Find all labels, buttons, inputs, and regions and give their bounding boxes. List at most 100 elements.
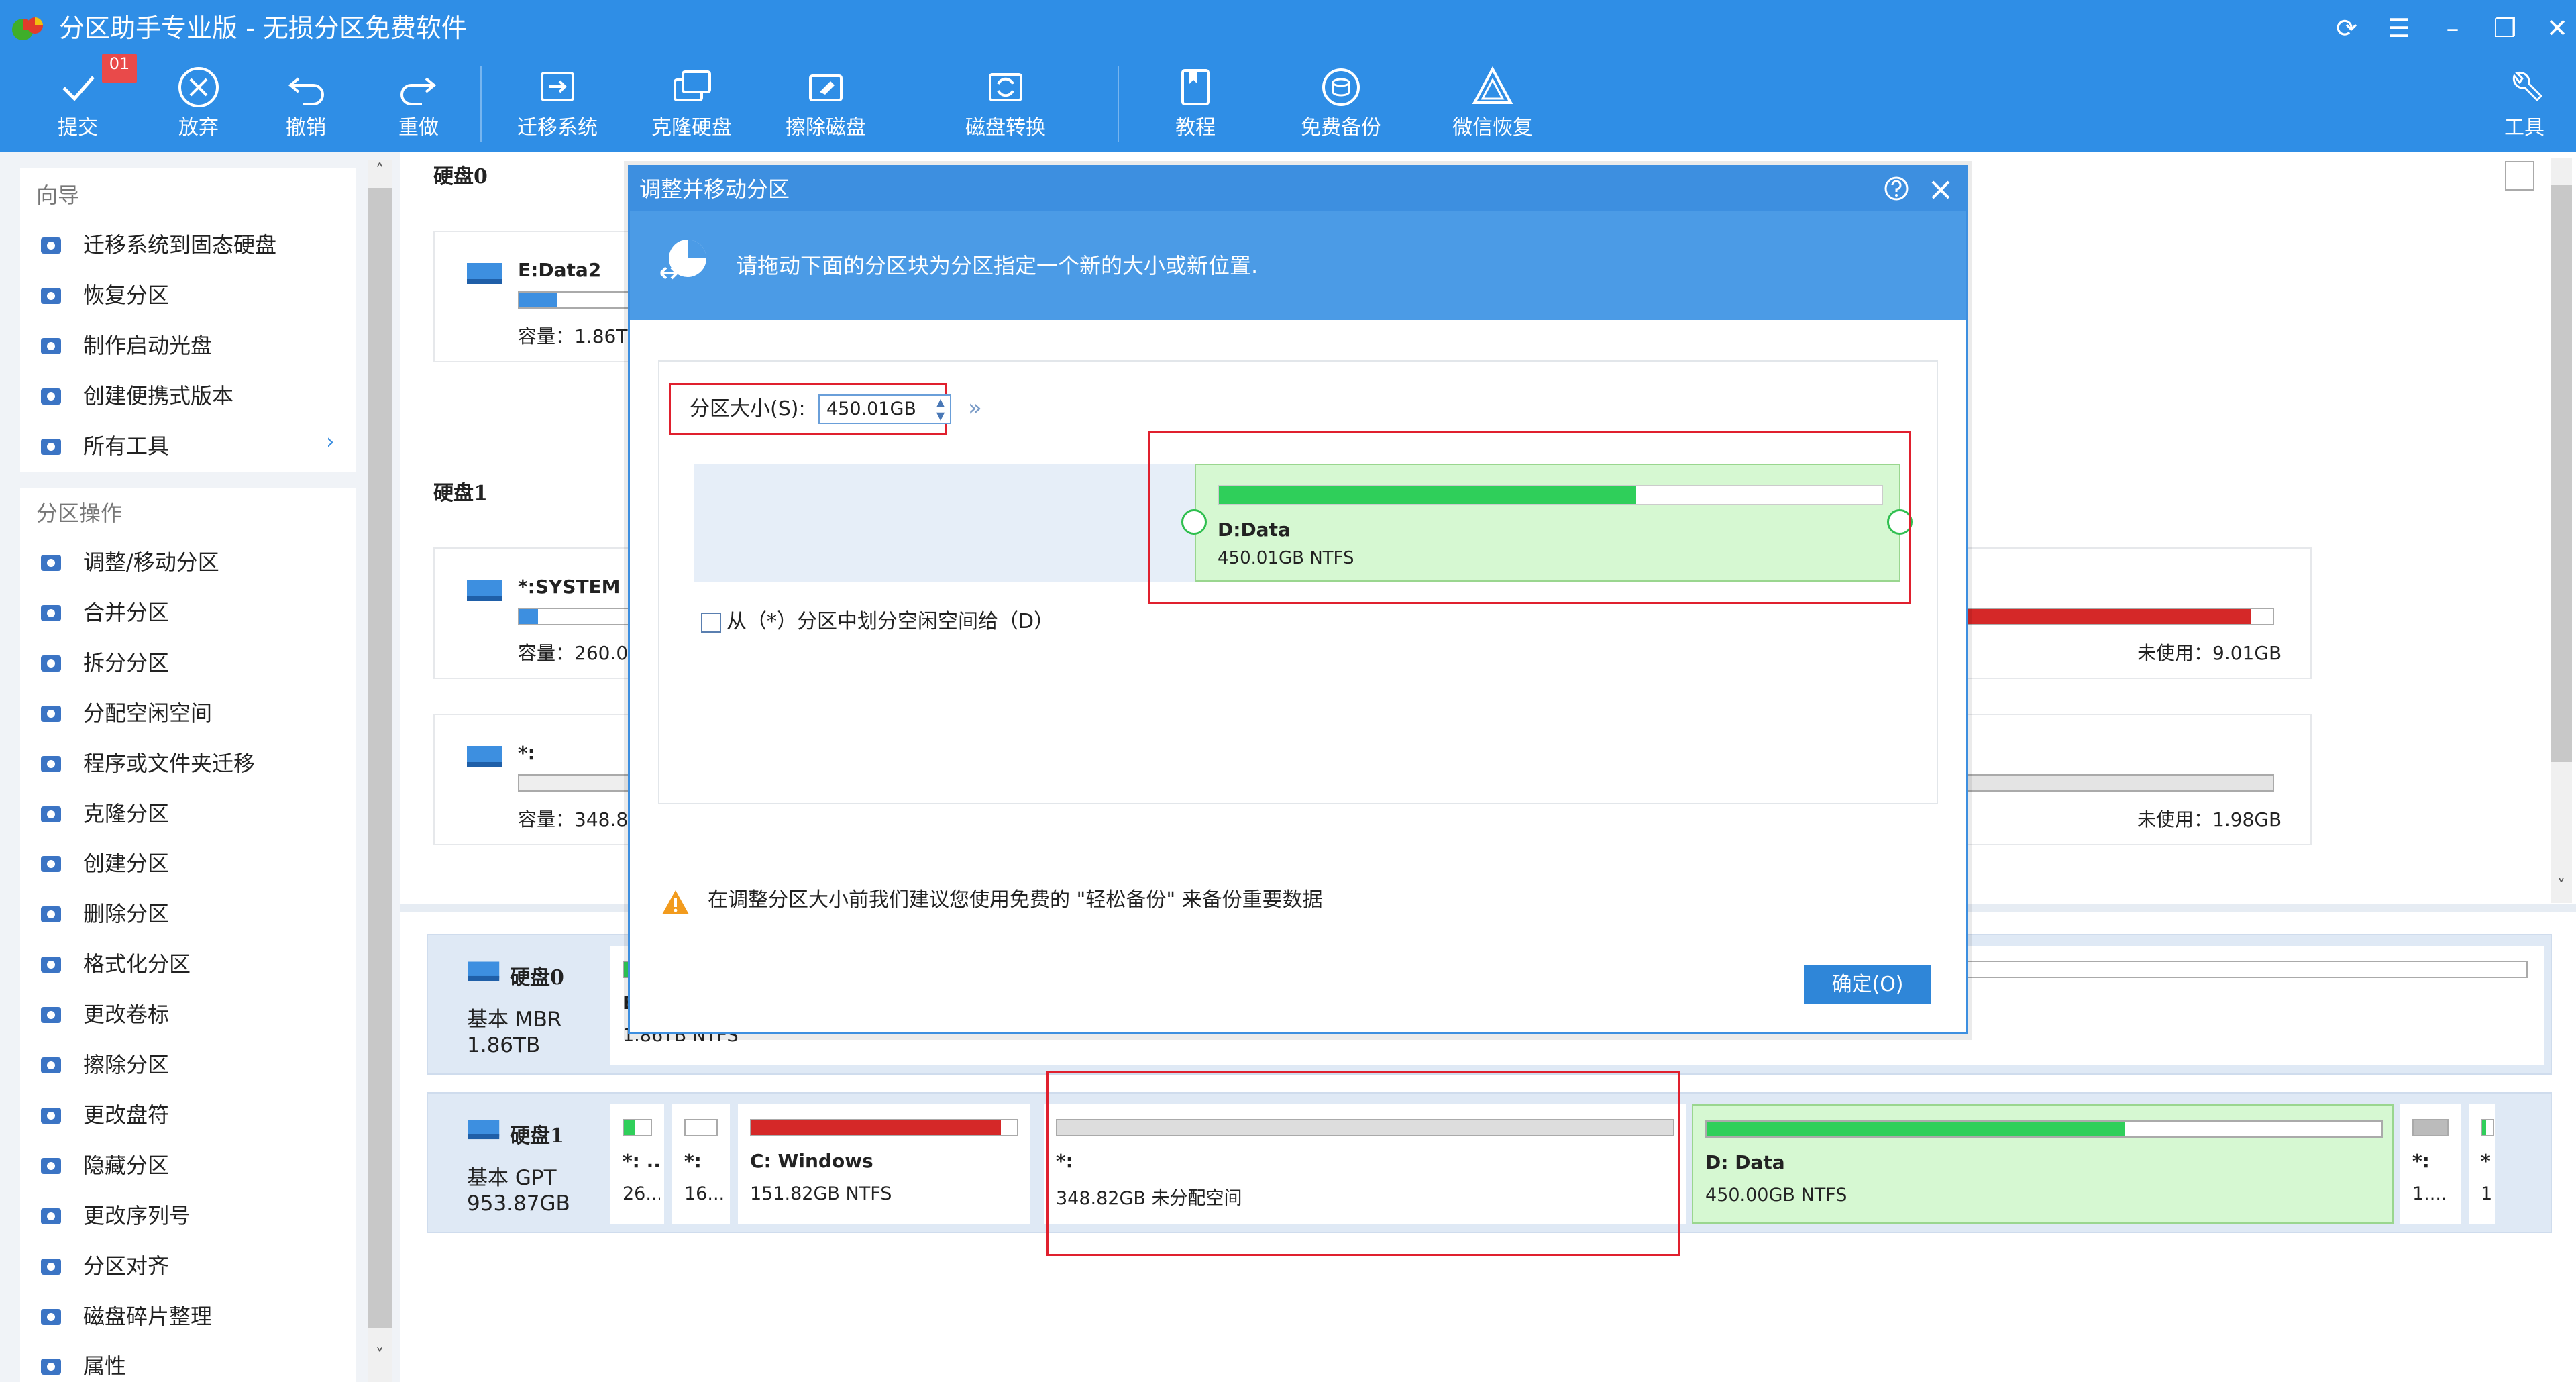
hdd-icon: [468, 961, 500, 981]
operation-item[interactable]: 程序或文件夹迁移: [20, 739, 356, 788]
partition-size-input[interactable]: 450.01GB: [818, 394, 951, 424]
chevron-right-icon[interactable]: ›: [326, 429, 335, 454]
operation-item[interactable]: 合并分区: [20, 588, 356, 637]
menu-icon[interactable]: ☰: [2379, 9, 2419, 47]
usage-bar: [1966, 774, 2274, 792]
operation-item-label: 属性: [83, 1353, 127, 1379]
help-icon[interactable]: [1883, 175, 1910, 202]
migrate-os-button[interactable]: 迁移系统: [507, 57, 608, 152]
disk1-heading: 硬盘1: [433, 482, 488, 505]
more-dots-icon: [39, 435, 63, 459]
wechat-recover-button[interactable]: 微信恢复: [1442, 57, 1543, 152]
main-scroll-thumb[interactable]: [2551, 185, 2572, 762]
operation-item-label: 更改卷标: [83, 1002, 170, 1028]
view-toggle-icon[interactable]: [2505, 161, 2534, 191]
allocate-icon: [39, 702, 63, 726]
resize-partition-icon: [659, 240, 706, 280]
window-title: 分区助手专业版 - 无损分区免费软件: [59, 13, 467, 43]
wizard-item-label: 创建便携式版本: [83, 382, 234, 409]
undo-button[interactable]: 撤销: [266, 57, 346, 152]
free-backup-button[interactable]: 免费备份: [1291, 57, 1391, 152]
size-spinner-icon[interactable]: ▲ ▼: [932, 396, 949, 423]
partition-segment-capacity: 450.00GB NTFS: [1705, 1185, 1847, 1206]
info-icon: [39, 1354, 63, 1379]
partition-segment-name: *:: [2412, 1150, 2430, 1172]
operation-item-label: 分区对齐: [83, 1253, 170, 1279]
partition-segment-capacity: 1.: [2481, 1183, 2491, 1204]
partition-segment-capacity: 151.82GB NTFS: [750, 1183, 892, 1204]
expand-arrows-icon[interactable]: »: [968, 390, 982, 426]
defrag-icon: [39, 1305, 63, 1329]
disk-convert-button[interactable]: 磁盘转换: [955, 57, 1056, 152]
partition-card-e[interactable]: E:Data2 容量：1.86TB: [433, 231, 641, 362]
dialog-close-icon[interactable]: [1923, 172, 1958, 207]
disk1-summary[interactable]: 硬盘1 基本 GPT 953.87GB: [428, 1094, 602, 1234]
allocate-free-space-label[interactable]: 从（*）分区中划分空闲空间给（D）: [727, 606, 1054, 638]
align-icon: [39, 1255, 63, 1279]
operation-item[interactable]: 分配空闲空间: [20, 688, 356, 738]
partition-segment-capacity: 16...: [684, 1183, 725, 1204]
partition-segment-name: C: Windows: [750, 1150, 873, 1172]
operation-item[interactable]: 格式化分区: [20, 939, 356, 989]
dialog-title: 调整并移动分区: [639, 176, 790, 202]
sidebar-scroll-thumb[interactable]: [368, 188, 392, 1328]
minimize-button[interactable]: –: [2432, 9, 2473, 47]
operation-item[interactable]: 磁盘碎片整理: [20, 1291, 356, 1341]
operation-item[interactable]: 拆分分区: [20, 638, 356, 688]
hdd-icon: [467, 746, 502, 767]
operation-item[interactable]: 克隆分区: [20, 789, 356, 839]
wipe-disk-button[interactable]: 擦除磁盘: [775, 57, 876, 152]
operation-item[interactable]: 属性: [20, 1341, 356, 1382]
operation-item-label: 克隆分区: [83, 800, 170, 827]
tutorial-button[interactable]: 教程: [1155, 57, 1236, 152]
recover-icon: [1472, 66, 1513, 104]
discard-button[interactable]: 放弃: [158, 57, 239, 152]
operation-item[interactable]: 擦除分区: [20, 1040, 356, 1089]
wizard-item[interactable]: 制作启动光盘: [20, 321, 356, 370]
maximize-button[interactable]: ❐: [2485, 9, 2525, 47]
app-move-icon: [39, 752, 63, 776]
operation-item[interactable]: 删除分区: [20, 889, 356, 939]
partition-segment[interactable]: *: 1....: [2400, 1104, 2461, 1224]
sidebar: 向导 分区操作 迁移系统到固态硬盘 恢复分区 制作启动光盘 创建便携式版本 所有工具 调…: [0, 152, 362, 1382]
redo-icon: [400, 77, 437, 105]
scroll-down-icon[interactable]: ˅: [368, 1346, 392, 1366]
wizard-item[interactable]: 所有工具: [20, 421, 356, 471]
commit-count-badge: 01: [102, 54, 137, 83]
allocate-free-space-checkbox[interactable]: [701, 613, 721, 633]
ok-button[interactable]: 确定(O): [1804, 965, 1931, 1004]
wizard-item[interactable]: 恢复分区: [20, 270, 356, 320]
wizard-item[interactable]: 迁移系统到固态硬盘: [20, 220, 356, 270]
operation-item[interactable]: 更改序列号: [20, 1191, 356, 1240]
clone-disk-button[interactable]: 克隆硬盘: [641, 57, 742, 152]
warning-icon: [662, 890, 689, 914]
disk0-summary[interactable]: 硬盘0 基本 MBR 1.86TB: [428, 935, 602, 1076]
operation-item[interactable]: 更改盘符: [20, 1090, 356, 1140]
convert-icon: [989, 73, 1022, 101]
refresh-icon[interactable]: ⟳: [2326, 9, 2367, 47]
close-button[interactable]: ✕: [2537, 9, 2576, 47]
disk0-heading: 硬盘0: [433, 165, 488, 189]
scroll-up-icon[interactable]: ˄: [368, 161, 392, 181]
operation-item[interactable]: 调整/移动分区: [20, 537, 356, 587]
operation-item-label: 分配空闲空间: [83, 700, 213, 726]
operation-item[interactable]: 隐藏分区: [20, 1140, 356, 1190]
partition-size-row: 分区大小(S): 450.01GB ▲ ▼: [669, 383, 951, 435]
partition-segment[interactable]: *: 16...: [672, 1104, 730, 1224]
partition-segment[interactable]: D: Data 450.00GB NTFS: [1692, 1104, 2394, 1224]
merge-icon: [39, 601, 63, 625]
unallocated-highlight-box: [1046, 1071, 1680, 1256]
wizard-item[interactable]: 创建便携式版本: [20, 371, 356, 421]
scroll-down-icon[interactable]: ˅: [2551, 876, 2572, 896]
operation-item[interactable]: 分区对齐: [20, 1241, 356, 1291]
usage-bar: [518, 774, 639, 792]
partition-segment[interactable]: *: ... 26...: [610, 1104, 664, 1224]
tools-button[interactable]: 工具: [2487, 57, 2561, 152]
operation-item[interactable]: 更改卷标: [20, 990, 356, 1039]
redo-button[interactable]: 重做: [378, 57, 459, 152]
serial-icon: [39, 1204, 63, 1228]
operation-item[interactable]: 创建分区: [20, 839, 356, 888]
hdd-icon: [468, 1120, 500, 1140]
partition-segment[interactable]: *: 1.: [2469, 1104, 2496, 1224]
partition-segment[interactable]: C: Windows 151.82GB NTFS: [738, 1104, 1030, 1224]
